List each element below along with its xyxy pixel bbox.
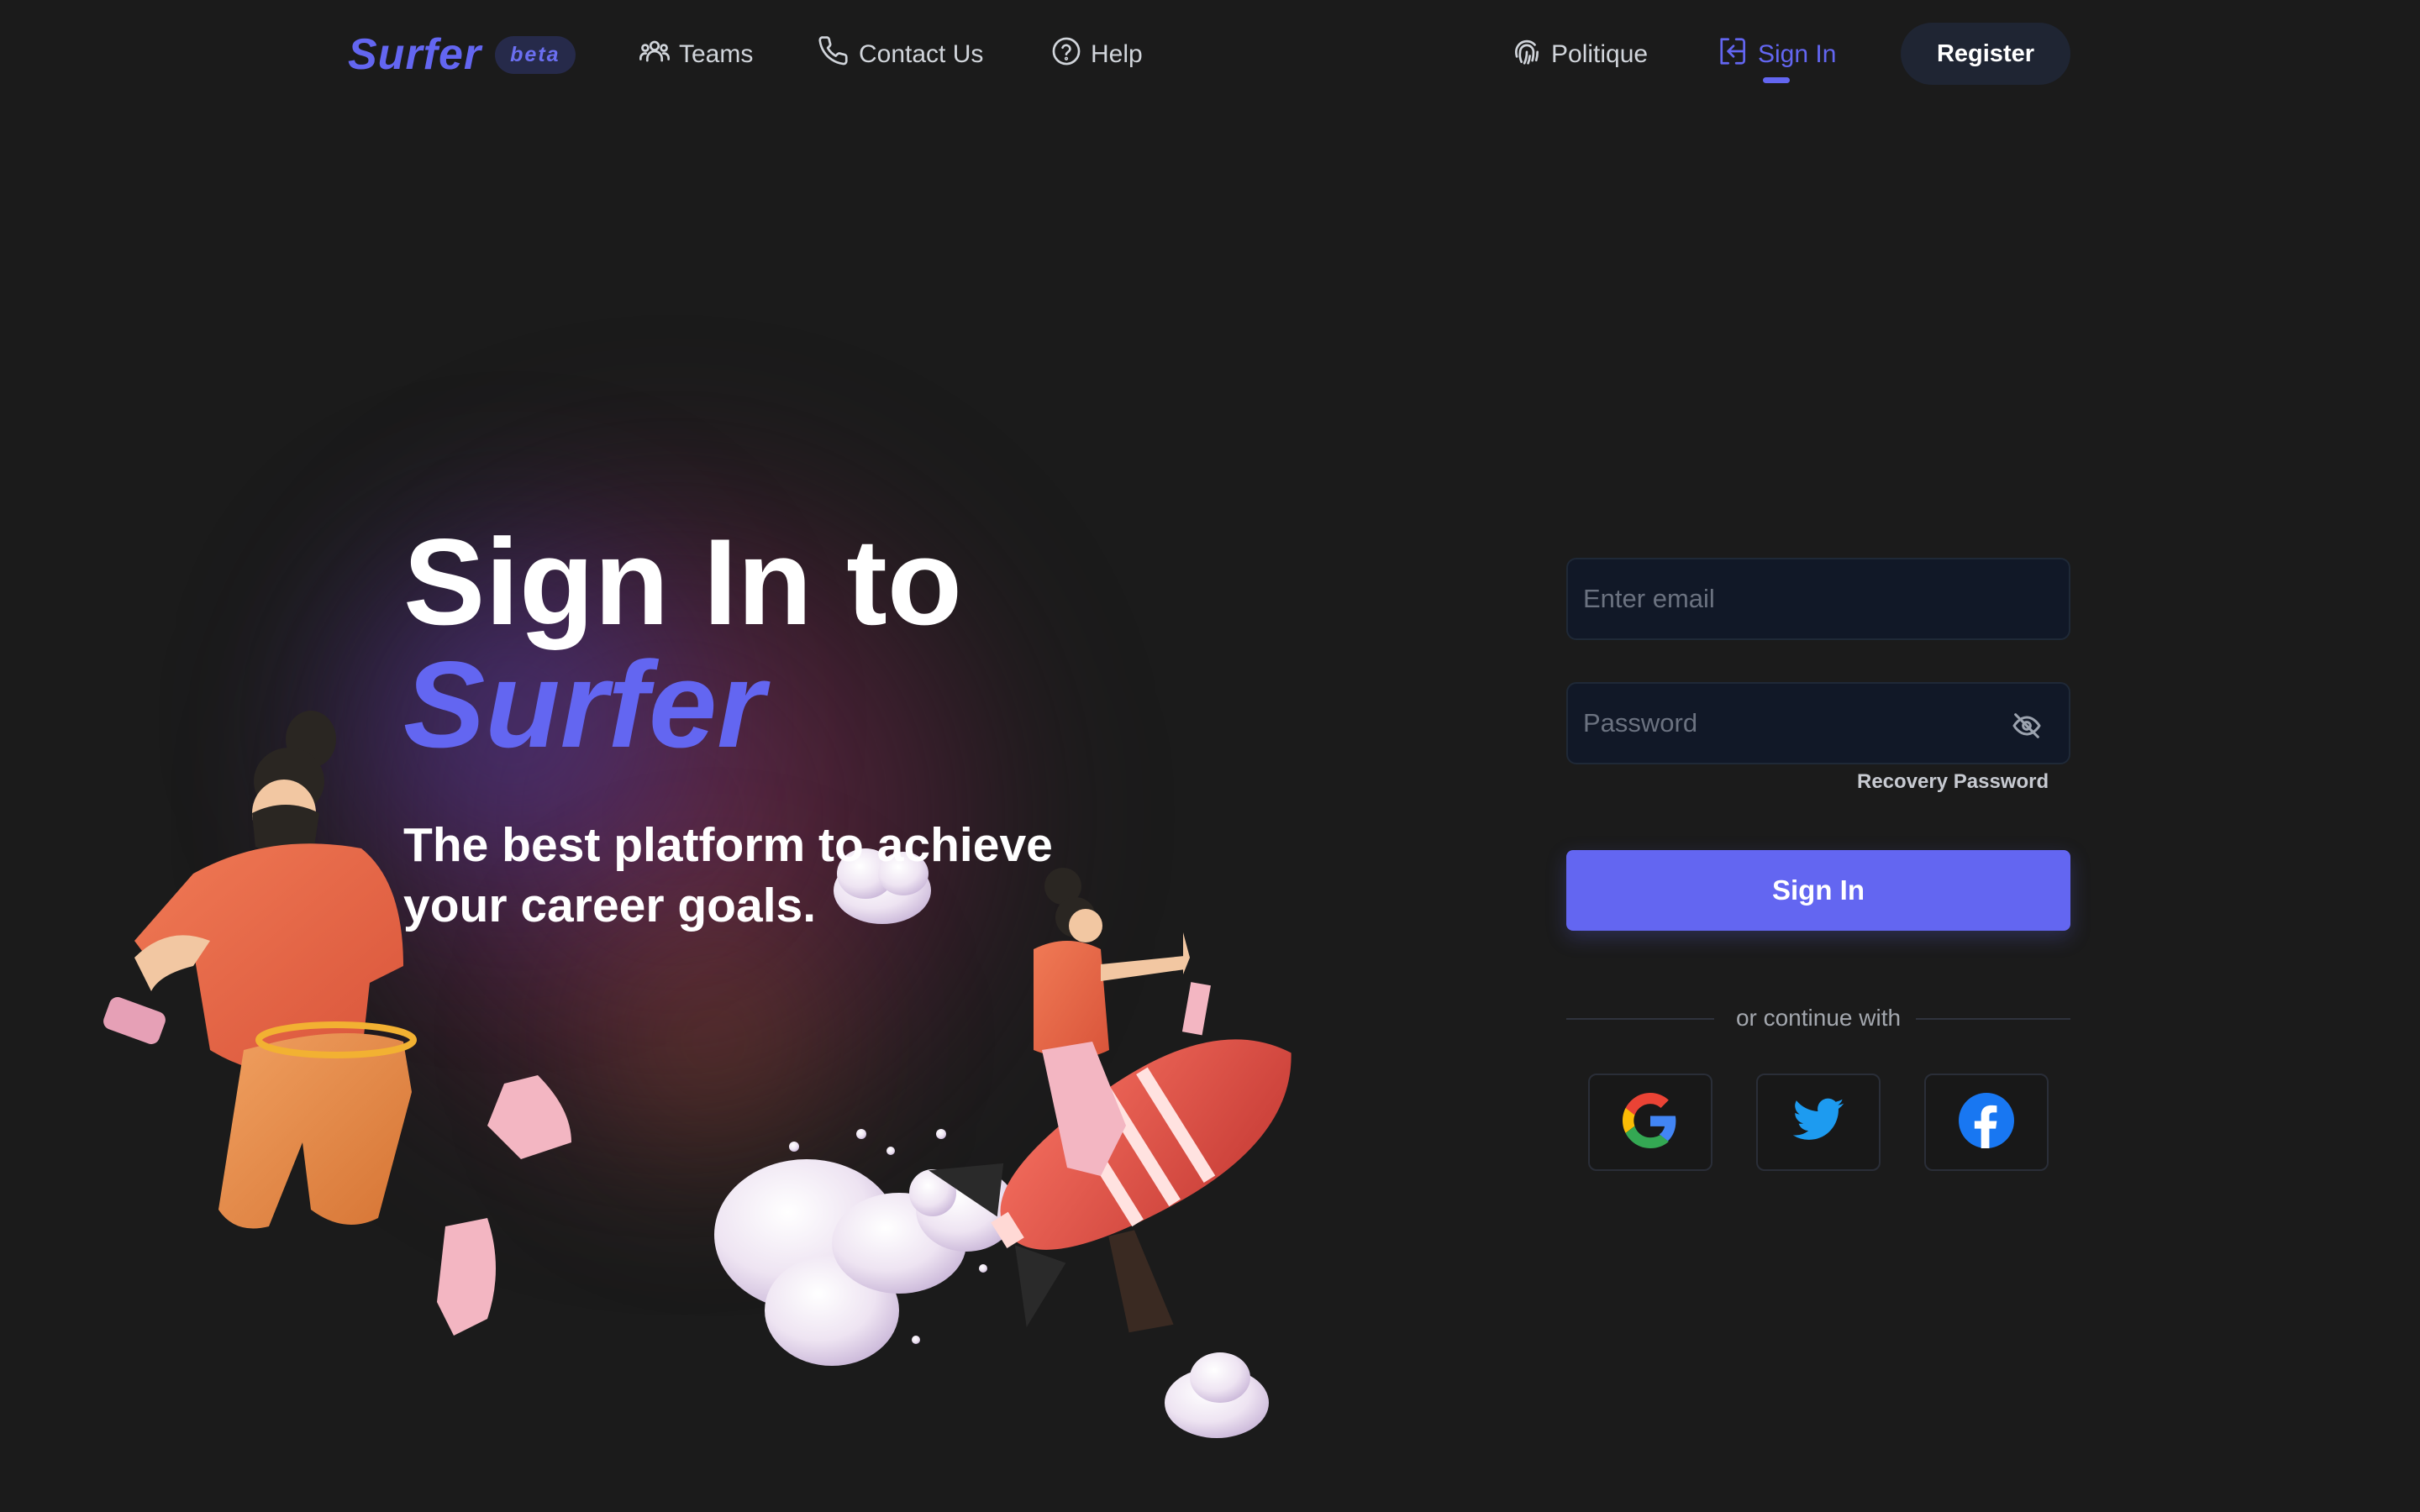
fingerprint-icon <box>1511 35 1551 74</box>
password-field-wrapper <box>1566 682 2070 764</box>
hero-title: Sign In to Surfer <box>403 521 962 766</box>
twitter-icon <box>1791 1093 1846 1152</box>
beta-badge: beta <box>495 35 576 74</box>
email-input[interactable] <box>1568 559 2069 638</box>
users-icon <box>639 35 679 74</box>
nav-label: Sign In <box>1758 40 1837 68</box>
nav-label: Politique <box>1551 40 1649 68</box>
active-nav-indicator <box>1763 77 1790 83</box>
register-button[interactable]: Register <box>1901 23 2070 85</box>
sign-in-icon <box>1718 35 1758 74</box>
sign-in-button[interactable]: Sign In <box>1566 850 2070 931</box>
nav-item-help[interactable]: Help <box>1050 34 1143 76</box>
nav-item-politique[interactable]: Politique <box>1511 34 1648 76</box>
phone-icon <box>818 35 859 74</box>
twitter-login-button[interactable] <box>1756 1074 1881 1171</box>
nav-label: Help <box>1091 40 1143 68</box>
hero-subtitle: The best platform to achieve your career… <box>403 818 1053 932</box>
nav-item-contact[interactable]: Contact Us <box>818 34 983 76</box>
password-input[interactable] <box>1568 684 2069 763</box>
nav-item-teams[interactable]: Teams <box>639 34 753 76</box>
nav-item-sign-in[interactable]: Sign In <box>1718 34 1836 76</box>
facebook-icon <box>1959 1092 2014 1152</box>
question-circle-icon <box>1050 35 1091 74</box>
google-icon <box>1623 1092 1678 1152</box>
google-login-button[interactable] <box>1588 1074 1712 1171</box>
recovery-password-link[interactable]: Recovery Password <box>1857 770 2049 794</box>
hero-title-brand: Surfer <box>403 636 765 773</box>
email-field-wrapper <box>1566 558 2070 640</box>
logo[interactable]: Surfer beta <box>348 25 576 84</box>
facebook-login-button[interactable] <box>1924 1074 2049 1171</box>
logo-text: Surfer <box>348 30 482 79</box>
hero-title-line1: Sign In to <box>403 513 962 650</box>
rocket <box>929 1039 1292 1333</box>
top-nav: Surfer beta Teams Contact Us Help Politi… <box>0 0 2420 109</box>
nav-label: Teams <box>679 40 754 68</box>
cloud-bottom <box>1165 1352 1269 1438</box>
social-divider: or continue with <box>1566 1001 2070 1035</box>
divider-line <box>1916 1018 2070 1020</box>
eye-off-icon[interactable] <box>2010 709 2044 743</box>
nav-label: Contact Us <box>859 40 984 68</box>
